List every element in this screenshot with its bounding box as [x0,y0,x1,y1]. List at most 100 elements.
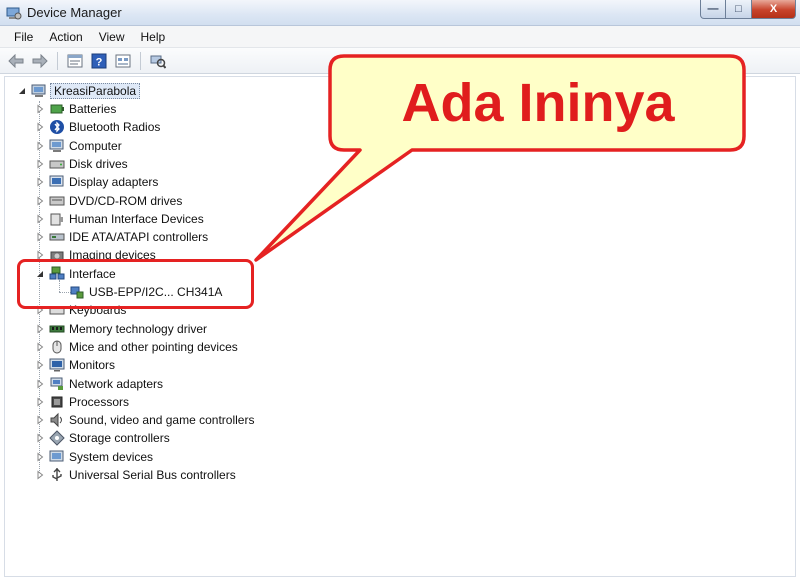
ide-controller-icon [49,233,65,241]
bluetooth-icon [50,120,64,135]
scan-hardware-button[interactable] [148,51,168,71]
help-icon: ? [91,53,107,68]
expand-icon[interactable] [35,342,45,352]
sound-icon [50,412,62,428]
tree-category-memory-technology-driver[interactable]: Memory technology driver [35,320,207,338]
tree-category-display-adapters[interactable]: Display adapters [35,173,158,191]
forward-arrow-icon [32,53,48,68]
tree-category-label: Network adapters [69,376,164,391]
title-bar: Device Manager — □ X [0,0,800,26]
tree-category-label: DVD/CD-ROM drives [69,193,183,208]
window-title: Device Manager [27,5,122,20]
properties-button[interactable] [65,51,85,71]
computer-root-icon [31,84,46,97]
tree-category-ide-ata-atapi-controllers[interactable]: IDE ATA/ATAPI controllers [35,228,208,246]
tree-category-label: Memory technology driver [69,321,208,336]
tree-category-computer[interactable]: Computer [35,137,122,155]
tree-category-monitors[interactable]: Monitors [35,356,115,374]
tree-category-human-interface-devices[interactable]: Human Interface Devices [35,210,204,228]
tree-category-disk-drives[interactable]: Disk drives [35,155,128,173]
expand-icon[interactable] [35,470,45,480]
tree-category-system-devices[interactable]: System devices [35,448,153,466]
monitor-icon [49,358,65,372]
hid-icon [50,213,63,226]
expand-icon[interactable] [35,159,45,169]
processor-icon [51,396,63,408]
expand-icon[interactable] [35,378,45,389]
tree-category-label: Computer [69,138,122,153]
tree-category-processors[interactable]: Processors [35,393,129,411]
tree-category-label: Processors [69,394,130,409]
back-button[interactable] [6,51,26,71]
expand-icon[interactable] [35,232,45,242]
network-adapter-icon [50,377,63,390]
properties-icon [67,54,83,67]
battery-icon [50,104,64,114]
menu-help[interactable]: Help [133,28,174,46]
expand-icon[interactable] [35,324,45,334]
window-controls: — □ X [700,0,796,20]
menu-bar: File Action View Help [0,26,800,48]
tree-category-label: Universal Serial Bus controllers [69,468,236,482]
tree-category-universal-serial-bus-controllers[interactable]: Universal Serial Bus controllers [35,466,236,484]
tree-category-sound-video-and-game-controllers[interactable]: Sound, video and game controllers [35,411,254,429]
expand-icon[interactable] [35,141,45,151]
tree-category-network-adapters[interactable]: Network adapters [35,375,163,393]
device-tree[interactable]: KreasiParabola Batteries Bluetooth Radios… [4,76,796,577]
toolbar-separator [57,51,58,70]
tree-category-label: System devices [69,449,154,464]
tree-category-storage-controllers[interactable]: Storage controllers [35,429,170,447]
help-button[interactable]: ? [89,51,109,71]
tree-category-label: Disk drives [69,156,128,171]
tree-category-batteries[interactable]: Batteries [35,100,116,118]
tree-category-bluetooth-radios[interactable]: Bluetooth Radios [35,118,160,136]
tree-category-label: Human Interface Devices [69,211,204,226]
disk-drive-icon [49,160,65,169]
tree-root-label[interactable]: KreasiParabola [50,83,141,99]
collapse-icon[interactable] [17,86,27,96]
back-arrow-icon [8,53,24,68]
storage-controller-icon [49,430,65,447]
highlight-box [17,259,254,309]
expand-icon[interactable] [35,104,45,114]
menu-action[interactable]: Action [41,28,90,46]
expand-icon[interactable] [35,177,45,187]
view-button[interactable] [113,51,133,71]
scan-hardware-icon [150,55,166,69]
tree-category-label: Bluetooth Radios [69,120,161,135]
expand-icon[interactable] [35,360,45,370]
system-device-icon [49,450,64,462]
usb-controller-icon [52,468,62,481]
tree-category-label: IDE ATA/ATAPI controllers [69,230,209,245]
tree-root[interactable]: KreasiParabola [17,82,141,100]
maximize-button[interactable]: □ [726,0,752,19]
menu-view[interactable]: View [91,28,133,46]
toolbar-separator [140,51,141,70]
tree-category-label: Batteries [69,102,117,116]
tree-category-label: Storage controllers [69,431,170,446]
expand-icon[interactable] [35,452,45,462]
tree-category-dvd-cd-rom-drives[interactable]: DVD/CD-ROM drives [35,192,182,210]
tree-category-label: Sound, video and game controllers [69,413,255,428]
computer-icon [49,139,64,152]
expand-icon[interactable] [35,195,45,206]
expand-icon[interactable] [35,415,45,425]
close-button[interactable]: X [752,0,796,19]
view-icon [115,54,131,67]
tree-category-label: Display adapters [69,175,159,190]
minimize-button[interactable]: — [700,0,726,19]
menu-file[interactable]: File [6,28,41,46]
svg-text:?: ? [96,56,103,68]
mouse-icon [52,340,62,354]
forward-button[interactable] [30,51,50,71]
callout-text: Ada Ininya [401,73,675,133]
expand-icon[interactable] [35,433,45,443]
expand-icon[interactable] [35,214,45,224]
dvd-drive-icon [49,196,65,205]
display-adapter-icon [49,175,64,187]
device-manager-icon [6,7,22,20]
expand-icon[interactable] [35,397,45,407]
memory-icon [49,325,65,333]
tree-category-mice-and-other-pointing-devices[interactable]: Mice and other pointing devices [35,338,238,356]
expand-icon[interactable] [35,122,45,132]
